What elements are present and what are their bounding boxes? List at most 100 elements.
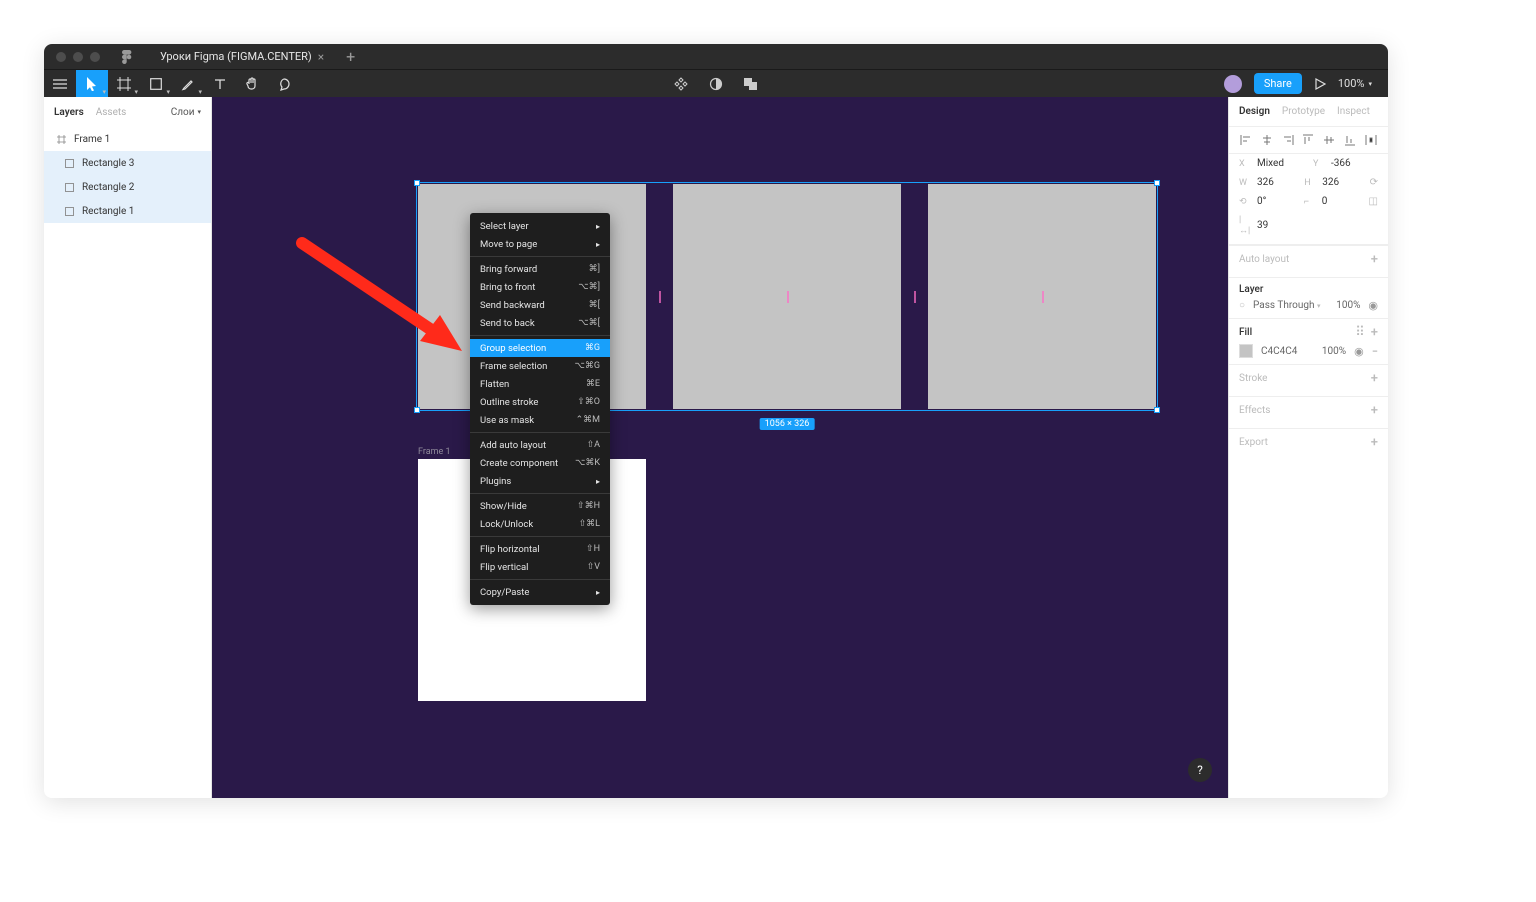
fill-section: Fill ⠿ + C4C4C4 100% ◉ −: [1229, 318, 1388, 364]
ctx-bring-to-front[interactable]: Bring to front⌥⌘]: [470, 278, 610, 296]
align-left-icon[interactable]: [1239, 133, 1253, 147]
add-auto-layout-icon[interactable]: +: [1371, 252, 1378, 267]
close-tab-icon[interactable]: ×: [318, 50, 324, 64]
add-effect-icon[interactable]: +: [1371, 403, 1378, 418]
boolean-tool-icon[interactable]: [743, 77, 759, 91]
radius-field[interactable]: ⌐0: [1304, 196, 1359, 207]
frame-label[interactable]: Frame 1: [418, 447, 451, 457]
window-controls[interactable]: [44, 52, 100, 62]
zoom-value: 100%: [1338, 77, 1365, 90]
independent-corners-icon[interactable]: ◫: [1369, 196, 1378, 207]
x-field[interactable]: XMixed: [1239, 158, 1303, 169]
add-export-icon[interactable]: +: [1371, 435, 1378, 450]
frame-tool[interactable]: ▾: [108, 70, 140, 98]
tab-inspect[interactable]: Inspect: [1337, 106, 1370, 117]
layer-label: Rectangle 2: [82, 182, 134, 193]
share-button[interactable]: Share: [1254, 73, 1302, 94]
mask-tool-icon[interactable]: [709, 77, 723, 91]
ctx-send-to-back[interactable]: Send to back⌥⌘[: [470, 314, 610, 332]
rotation-row: ⟲0° ⌐0 ◫: [1229, 192, 1388, 211]
distribute-icon[interactable]: [1364, 133, 1378, 147]
y-field[interactable]: Y-366: [1313, 158, 1377, 169]
rotation-field[interactable]: ⟲0°: [1239, 196, 1294, 207]
visibility-icon[interactable]: ◉: [1368, 299, 1378, 312]
fill-swatch[interactable]: [1239, 344, 1253, 358]
file-tab[interactable]: Уроки Figma (FIGMA.CENTER) ×: [148, 44, 336, 69]
figma-logo-icon[interactable]: [120, 50, 134, 64]
present-button[interactable]: [1314, 78, 1326, 90]
right-panel: Design Prototype Inspect XMixed Y-366 W3…: [1228, 97, 1388, 798]
user-avatar[interactable]: [1224, 75, 1242, 93]
ctx-send-backward[interactable]: Send backward⌘[: [470, 296, 610, 314]
ctx-frame-selection[interactable]: Frame selection⌥⌘G: [470, 357, 610, 375]
ctx-create-component[interactable]: Create component⌥⌘K: [470, 454, 610, 472]
fill-section-label: Fill: [1239, 327, 1252, 338]
ctx-add-auto-layout[interactable]: Add auto layout⇧A: [470, 436, 610, 454]
help-button[interactable]: ?: [1188, 758, 1212, 782]
ctx-group-selection[interactable]: Group selection⌘G: [470, 339, 610, 357]
ctx-select-layer[interactable]: Select layer▸: [470, 217, 610, 235]
fill-hex-field[interactable]: C4C4C4: [1261, 346, 1297, 357]
ctx-flatten[interactable]: Flatten⌘E: [470, 375, 610, 393]
align-bottom-icon[interactable]: [1343, 133, 1357, 147]
ctx-flip-vertical[interactable]: Flip vertical⇧V: [470, 558, 610, 576]
layer-opacity-field[interactable]: 100%: [1336, 300, 1360, 311]
ctx-move-to-page[interactable]: Move to page▸: [470, 235, 610, 253]
layer-rectangle-2[interactable]: Rectangle 2: [44, 175, 211, 199]
align-top-icon[interactable]: [1301, 133, 1315, 147]
tab-prototype[interactable]: Prototype: [1282, 106, 1325, 117]
minimize-dot[interactable]: [73, 52, 83, 62]
blend-mode-dropdown[interactable]: Pass Through ▾: [1253, 300, 1320, 311]
align-controls: [1229, 127, 1388, 154]
layer-frame-1[interactable]: Frame 1: [44, 127, 211, 151]
blend-mode-icon[interactable]: ○: [1239, 300, 1245, 311]
context-menu: Select layer▸ Move to page▸ Bring forwar…: [470, 213, 610, 605]
hand-tool[interactable]: [236, 70, 268, 98]
maximize-dot[interactable]: [90, 52, 100, 62]
export-section-label: Export: [1239, 437, 1268, 448]
fill-visibility-icon[interactable]: ◉: [1354, 345, 1364, 358]
left-panel-tabs: Layers Assets Слои▾: [44, 97, 211, 127]
add-stroke-icon[interactable]: +: [1371, 371, 1378, 386]
fill-style-icon[interactable]: ⠿: [1355, 325, 1365, 340]
canvas[interactable]: 1056 × 326 Frame 1 Select layer▸ Move to…: [212, 97, 1228, 798]
add-tab-button[interactable]: +: [346, 47, 355, 66]
tab-assets[interactable]: Assets: [96, 107, 127, 118]
ctx-outline-stroke[interactable]: Outline stroke⇧⌘O: [470, 393, 610, 411]
gap-field[interactable]: |↔|39: [1239, 215, 1303, 236]
shape-tool[interactable]: ▾: [140, 70, 172, 98]
comment-tool[interactable]: [268, 70, 300, 98]
auto-layout-section: Auto layout+: [1229, 245, 1388, 277]
zoom-dropdown[interactable]: 100% ▾: [1338, 77, 1372, 90]
ctx-use-as-mask[interactable]: Use as mask⌃⌘M: [470, 411, 610, 429]
w-field[interactable]: W326: [1239, 177, 1294, 188]
remove-fill-icon[interactable]: −: [1372, 345, 1378, 358]
constrain-proportions-icon[interactable]: ⟳: [1370, 177, 1378, 188]
frame-icon: [56, 134, 66, 144]
ctx-bring-forward[interactable]: Bring forward⌘]: [470, 260, 610, 278]
layer-rectangle-3[interactable]: Rectangle 3: [44, 151, 211, 175]
align-hcenter-icon[interactable]: [1260, 133, 1274, 147]
align-right-icon[interactable]: [1281, 133, 1295, 147]
menu-button[interactable]: [44, 70, 76, 98]
align-vcenter-icon[interactable]: [1322, 133, 1336, 147]
tab-design[interactable]: Design: [1239, 106, 1270, 117]
ctx-lock-unlock[interactable]: Lock/Unlock⇧⌘L: [470, 515, 610, 533]
component-tool-icon[interactable]: [673, 76, 689, 92]
ctx-copy-paste[interactable]: Copy/Paste▸: [470, 583, 610, 601]
h-field[interactable]: H326: [1304, 177, 1359, 188]
ctx-show-hide[interactable]: Show/Hide⇧⌘H: [470, 497, 610, 515]
ctx-plugins[interactable]: Plugins▸: [470, 472, 610, 490]
tab-layers[interactable]: Layers: [54, 107, 84, 118]
ctx-flip-horizontal[interactable]: Flip horizontal⇧H: [470, 540, 610, 558]
move-tool[interactable]: ▾: [76, 70, 108, 98]
add-fill-icon[interactable]: +: [1371, 325, 1378, 340]
size-row: W326 H326 ⟳: [1229, 173, 1388, 192]
layer-rectangle-1[interactable]: Rectangle 1: [44, 199, 211, 223]
page-dropdown[interactable]: Слои▾: [171, 107, 201, 118]
pen-tool[interactable]: ▾: [172, 70, 204, 98]
text-tool[interactable]: [204, 70, 236, 98]
close-dot[interactable]: [56, 52, 66, 62]
titlebar: Уроки Figma (FIGMA.CENTER) × +: [44, 44, 1388, 69]
fill-opacity-field[interactable]: 100%: [1322, 346, 1346, 357]
